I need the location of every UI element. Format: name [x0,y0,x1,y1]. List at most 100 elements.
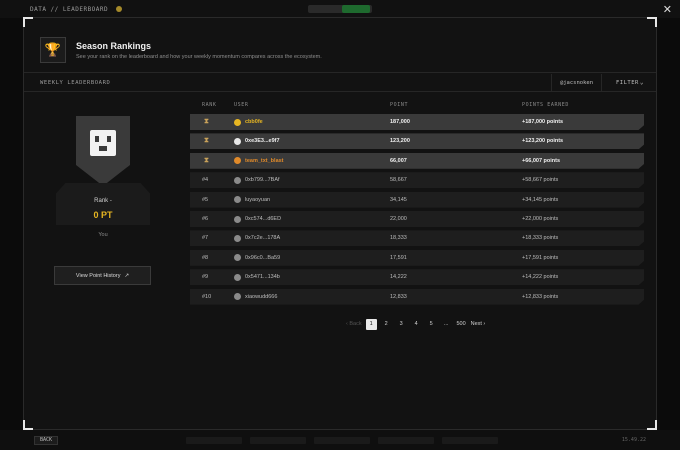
avatar-icon [234,157,241,165]
pagination-ellipsis: ... [443,321,449,327]
row-point: 66,007 [390,157,407,164]
pagination-page[interactable]: 3 [396,319,407,330]
row-rank: #4 [202,177,209,184]
view-point-history-button[interactable]: View Point History ↗ [54,266,151,285]
row-user: luyaoyuan [234,192,270,208]
row-user: team_txt_blast [234,153,284,169]
row-username: cbb0fe [245,119,263,125]
table-row[interactable]: #7 0x7c2e...178A 18,333 +18,333 points [190,230,644,247]
back-button[interactable]: BACK [34,436,59,445]
table-row[interactable]: ⧗ 0xe3E3...e9f7 123,200 +123,200 points [190,133,644,150]
row-username: 0x5471...134b [245,274,280,281]
chevron-down-icon: ⌄ [639,79,644,86]
arrow-up-right-icon: ↗ [124,272,130,279]
corner-bracket [23,420,33,430]
row-username: 0x96c0...Ba59 [245,254,281,261]
pagination-page[interactable]: 2 [381,319,392,330]
row-username: 0xe3E3...e9f7 [245,138,280,145]
status-dot-icon [116,6,123,12]
table-row[interactable]: #8 0x96c0...Ba59 17,591 +17,591 points [190,249,644,266]
view-point-history-label: View Point History [75,272,121,279]
row-user: cbb0fe [234,114,263,130]
header-rank: RANK [202,102,217,108]
row-rank: #10 [202,293,212,300]
nav-ghost-3 [314,437,370,444]
close-icon[interactable]: ✕ [663,3,672,16]
row-points-earned: +17,591 points [522,254,559,261]
avatar-icon [234,137,241,145]
row-points-earned: +34,145 points [522,196,559,203]
pagination-last[interactable]: 500 [456,319,467,330]
app-topbar: DATA // LEADERBOARD [0,0,680,18]
nav-ghost-4 [378,437,434,444]
avatar-icon [234,176,241,184]
row-username: 0x7c2e...178A [245,235,281,242]
app-bottombar: BACK 15.49.22 [0,430,680,450]
row-points-earned: +66,007 points [522,157,561,164]
row-user: 0x5471...134b [234,269,280,285]
row-username: luyaoyuan [245,196,271,203]
modal-subtitle: See your rank on the leaderboard and how… [76,54,322,60]
pagination-next[interactable]: Next › [471,319,486,330]
trophy-icon: ⧗ [204,118,209,125]
table-row[interactable]: ⧗ cbb0fe 187,000 +187,000 points [190,114,644,130]
row-user: xiaowudd666 [234,289,277,305]
season-rankings-modal: 🏆 Season Rankings See your rank on the l… [23,17,657,430]
header-points-earned: POINTS EARNED [522,102,569,108]
header-point: POINT [390,102,409,108]
table-row[interactable]: #4 0xb799...7BAf 58,667 +58,667 points [190,172,644,189]
table-row[interactable]: #6 0xc574...d6ED 22,000 +22,000 points [190,211,644,227]
nav-ghost-5 [442,437,498,444]
row-username: 0xb799...7BAf [245,177,280,184]
shield-icon [76,116,130,186]
row-points-earned: +18,333 points [522,235,559,242]
row-username: 0xc574...d6ED [245,216,282,222]
row-point: 22,000 [390,216,407,222]
row-points-earned: +123,200 points [522,138,564,145]
row-point: 187,000 [390,119,410,125]
pagination-page[interactable]: 5 [426,319,437,330]
pagination: ‹ Back 12345 ... 500 Next › [346,318,485,331]
leaderboard-subbar: WEEKLY LEADERBOARD @jacsnoken FILTER ⌄ [24,74,656,92]
avatar-icon [234,254,241,262]
pagination-page[interactable]: 1 [365,319,377,330]
row-points-earned: +187,000 points [522,119,564,125]
pagination-pages: 12345 [365,319,437,330]
row-username: team_txt_blast [245,157,284,164]
trophy-icon: ⧗ [204,137,209,145]
table-row[interactable]: #10 xiaowudd666 12,833 +12,833 points [190,288,644,305]
row-user: 0x7c2e...178A [234,230,280,246]
pagination-page[interactable]: 4 [411,319,422,330]
avatar-icon [234,293,241,301]
table-row[interactable]: #5 luyaoyuan 34,145 +34,145 points [190,191,644,208]
trophy-icon: ⧗ [204,156,209,164]
table-row[interactable]: ⧗ team_txt_blast 66,007 +66,007 points [190,152,644,169]
pagination-back[interactable]: ‹ Back [346,319,362,330]
corner-bracket [647,420,657,430]
top-pill-green [342,5,370,13]
row-points-earned: +22,000 points [522,216,559,222]
row-rank: #6 [202,216,209,222]
filter-button[interactable]: FILTER ⌄ [601,74,656,92]
table-row[interactable]: #9 0x5471...134b 14,222 +14,222 points [190,269,644,286]
subbar-label: WEEKLY LEADERBOARD [40,80,111,86]
row-username: xiaowudd666 [245,293,278,300]
filter-label: FILTER [616,80,639,86]
row-points-earned: +58,667 points [522,177,559,184]
avatar-icon [234,118,241,126]
row-user: 0x96c0...Ba59 [234,250,280,266]
row-point: 58,667 [390,177,407,184]
row-point: 14,222 [390,274,407,281]
you-label: You [98,232,108,238]
user-handle: @jacsnoken [551,74,601,92]
row-rank: #9 [202,274,209,281]
row-user: 0xb799...7BAf [234,172,280,188]
row-rank: #5 [202,196,209,203]
avatar-icon [234,234,241,242]
row-point: 17,591 [390,254,407,261]
row-point: 18,333 [390,235,407,242]
breadcrumb: DATA // LEADERBOARD [30,5,109,13]
row-point: 34,145 [390,196,407,203]
brand-logo-icon [90,130,116,156]
avatar-icon [234,273,241,281]
